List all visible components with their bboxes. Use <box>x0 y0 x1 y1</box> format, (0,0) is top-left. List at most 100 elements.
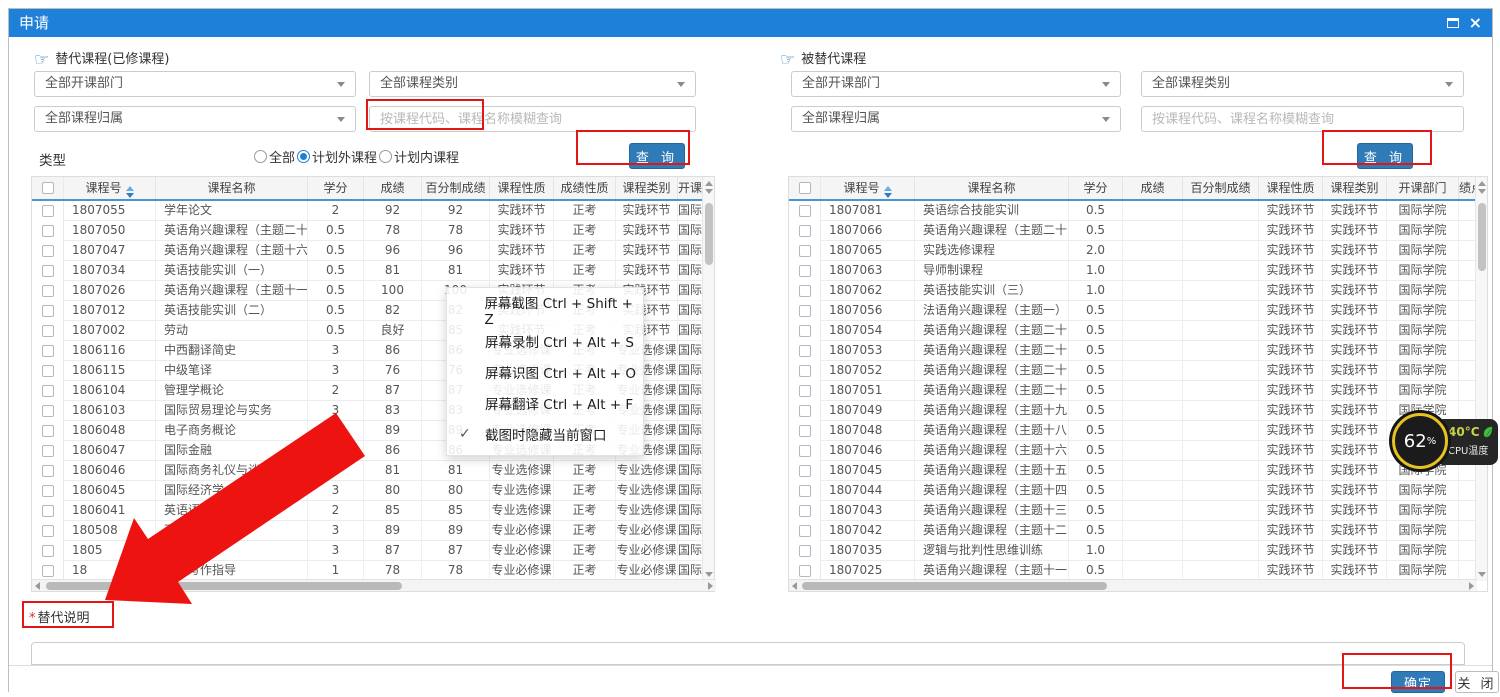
row-checkbox[interactable] <box>799 285 811 297</box>
table-row[interactable]: 1807042英语角兴趣课程（主题十二0.5实践环节实践环节国际学院 <box>789 521 1487 541</box>
row-checkbox[interactable] <box>42 265 54 277</box>
row-checkbox[interactable] <box>799 565 811 577</box>
table-row[interactable]: 1807046英语角兴趣课程（主题十六0.5实践环节实践环节国际学院 <box>789 441 1487 461</box>
left-query-button[interactable]: 查 询 <box>629 143 685 169</box>
table-row[interactable]: 1807055学年论文29292实践环节正考实践环节国际学院 <box>32 201 714 221</box>
cpu-usage-circle[interactable]: 62% <box>1392 413 1448 469</box>
row-checkbox[interactable] <box>799 205 811 217</box>
table-row[interactable]: 1807044英语角兴趣课程（主题十四0.5实践环节实践环节国际学院 <box>789 481 1487 501</box>
menu-item[interactable]: 屏幕截图 Ctrl + Shift + Z <box>447 294 643 325</box>
row-checkbox[interactable] <box>799 245 811 257</box>
row-checkbox[interactable] <box>799 265 811 277</box>
column-header[interactable]: 课程号 <box>64 177 156 199</box>
row-checkbox[interactable] <box>799 325 811 337</box>
table-row[interactable]: 1807063导师制课程1.0实践环节实践环节国际学院 <box>789 261 1487 281</box>
table-row[interactable]: 1807025英语角兴趣课程（主题十一0.5实践环节实践环节国际学院 <box>789 561 1487 581</box>
left-table-hscrollbar[interactable] <box>32 579 716 591</box>
row-checkbox[interactable] <box>799 425 811 437</box>
row-checkbox[interactable] <box>799 445 811 457</box>
table-row[interactable]: 1807035逻辑与批判性思维训练1.0实践环节实践环节国际学院 <box>789 541 1487 561</box>
table-row[interactable]: 180508西方文明通论38989专业必修课正考专业必修课国际学院 <box>32 521 714 541</box>
row-checkbox[interactable] <box>799 365 811 377</box>
select-all-checkbox[interactable] <box>42 182 54 194</box>
column-header[interactable]: 课程号 <box>821 177 915 199</box>
right-belonging-dropdown[interactable]: 全部课程归属 <box>791 106 1121 132</box>
select-all-checkbox[interactable] <box>799 182 811 194</box>
row-checkbox[interactable] <box>799 465 811 477</box>
row-checkbox[interactable] <box>42 425 54 437</box>
table-row[interactable]: 1807052英语角兴趣课程（主题二十0.5实践环节实践环节国际学院 <box>789 361 1487 381</box>
row-checkbox[interactable] <box>42 505 54 517</box>
table-row[interactable]: 18论文写作指导17878专业必修课正考专业必修课国际学院 <box>32 561 714 581</box>
row-checkbox[interactable] <box>799 305 811 317</box>
right-search-input[interactable] <box>1141 106 1464 132</box>
substitute-note-textarea[interactable] <box>31 642 1465 665</box>
type-radio-计划内课程[interactable]: 计划内课程 <box>379 147 459 166</box>
row-checkbox[interactable] <box>42 365 54 377</box>
minimize-icon[interactable] <box>1447 18 1459 28</box>
row-checkbox[interactable] <box>42 525 54 537</box>
left-category-dropdown[interactable]: 全部课程类别 <box>369 71 696 97</box>
row-checkbox[interactable] <box>42 345 54 357</box>
table-row[interactable]: 1807054英语角兴趣课程（主题二十0.5实践环节实践环节国际学院 <box>789 321 1487 341</box>
menu-item[interactable]: 屏幕翻译 Ctrl + Alt + F <box>447 387 643 418</box>
right-table-vscrollbar[interactable] <box>1475 177 1487 581</box>
row-checkbox[interactable] <box>799 545 811 557</box>
row-checkbox[interactable] <box>42 545 54 557</box>
row-checkbox[interactable] <box>799 525 811 537</box>
table-row[interactable]: 1807048英语角兴趣课程（主题十八0.5实践环节实践环节国际学院 <box>789 421 1487 441</box>
row-checkbox[interactable] <box>42 445 54 457</box>
left-department-dropdown[interactable]: 全部开课部门 <box>34 71 356 97</box>
row-checkbox[interactable] <box>42 385 54 397</box>
row-checkbox[interactable] <box>42 305 54 317</box>
table-row[interactable]: 1807066英语角兴趣课程（主题二十0.5实践环节实践环节国际学院 <box>789 221 1487 241</box>
row-checkbox[interactable] <box>799 345 811 357</box>
row-checkbox[interactable] <box>42 465 54 477</box>
table-row[interactable]: 1807056法语角兴趣课程（主题一）0.5实践环节实践环节国际学院 <box>789 301 1487 321</box>
right-category-dropdown[interactable]: 全部课程类别 <box>1141 71 1464 97</box>
type-radio-全部[interactable]: 全部 <box>254 147 295 166</box>
row-checkbox[interactable] <box>799 485 811 497</box>
row-checkbox[interactable] <box>799 385 811 397</box>
left-belonging-dropdown[interactable]: 全部课程归属 <box>34 106 356 132</box>
right-query-button[interactable]: 查 询 <box>1357 143 1413 169</box>
menu-item[interactable]: 屏幕录制 Ctrl + Alt + S <box>447 325 643 356</box>
row-checkbox[interactable] <box>42 325 54 337</box>
table-row[interactable]: 1807050英语角兴趣课程（主题二十0.57878实践环节正考实践环节国际学院 <box>32 221 714 241</box>
menu-item[interactable]: 屏幕识图 Ctrl + Alt + O <box>447 356 643 387</box>
type-radio-计划外课程[interactable]: 计划外课程 <box>297 147 377 166</box>
table-row[interactable]: 1807045英语角兴趣课程（主题十五0.5实践环节实践环节国际学院 <box>789 461 1487 481</box>
sort-course-number-icon[interactable] <box>884 186 892 198</box>
table-row[interactable]: 1807034英语技能实训（一）0.58181实践环节正考实践环节国际学院 <box>32 261 714 281</box>
table-row[interactable]: 1805基础笔译38787专业必修课正考专业必修课国际学院 <box>32 541 714 561</box>
row-checkbox[interactable] <box>799 405 811 417</box>
row-checkbox[interactable] <box>42 565 54 577</box>
row-checkbox[interactable] <box>42 245 54 257</box>
left-search-input[interactable] <box>369 106 696 132</box>
right-department-dropdown[interactable]: 全部开课部门 <box>791 71 1121 97</box>
table-row[interactable]: 1807062英语技能实训（三）1.0实践环节实践环节国际学院 <box>789 281 1487 301</box>
row-checkbox[interactable] <box>799 225 811 237</box>
table-row[interactable]: 1806041英语语音语调28585专业选修课正考专业选修课国际学院 <box>32 501 714 521</box>
table-row[interactable]: 1807065实践选修课程2.0实践环节实践环节国际学院 <box>789 241 1487 261</box>
confirm-button[interactable]: 确定 <box>1391 671 1445 693</box>
table-row[interactable]: 1806046国际商务礼仪与谈判38181专业选修课正考专业选修课国际学院 <box>32 461 714 481</box>
left-table-vscrollbar[interactable] <box>702 177 714 581</box>
row-checkbox[interactable] <box>42 285 54 297</box>
table-row[interactable]: 1807081英语综合技能实训0.5实践环节实践环节国际学院 <box>789 201 1487 221</box>
table-row[interactable]: 1806045国际经济学38080专业选修课正考专业选修课国际学院 <box>32 481 714 501</box>
row-checkbox[interactable] <box>42 405 54 417</box>
row-checkbox[interactable] <box>42 485 54 497</box>
right-table-hscrollbar[interactable] <box>789 579 1477 591</box>
table-row[interactable]: 1807047英语角兴趣课程（主题十六0.59696实践环节正考实践环节国际学院 <box>32 241 714 261</box>
table-row[interactable]: 1807049英语角兴趣课程（主题十九0.5实践环节实践环节国际学院 <box>789 401 1487 421</box>
sort-course-number-icon[interactable] <box>126 186 134 198</box>
row-checkbox[interactable] <box>799 505 811 517</box>
row-checkbox[interactable] <box>42 205 54 217</box>
close-icon[interactable]: × <box>1469 15 1482 31</box>
close-button[interactable]: 关 闭 <box>1455 671 1499 693</box>
table-row[interactable]: 1807043英语角兴趣课程（主题十三0.5实践环节实践环节国际学院 <box>789 501 1487 521</box>
row-checkbox[interactable] <box>42 225 54 237</box>
menu-item[interactable]: ✓截图时隐藏当前窗口 <box>447 418 643 449</box>
table-row[interactable]: 1807053英语角兴趣课程（主题二十0.5实践环节实践环节国际学院 <box>789 341 1487 361</box>
